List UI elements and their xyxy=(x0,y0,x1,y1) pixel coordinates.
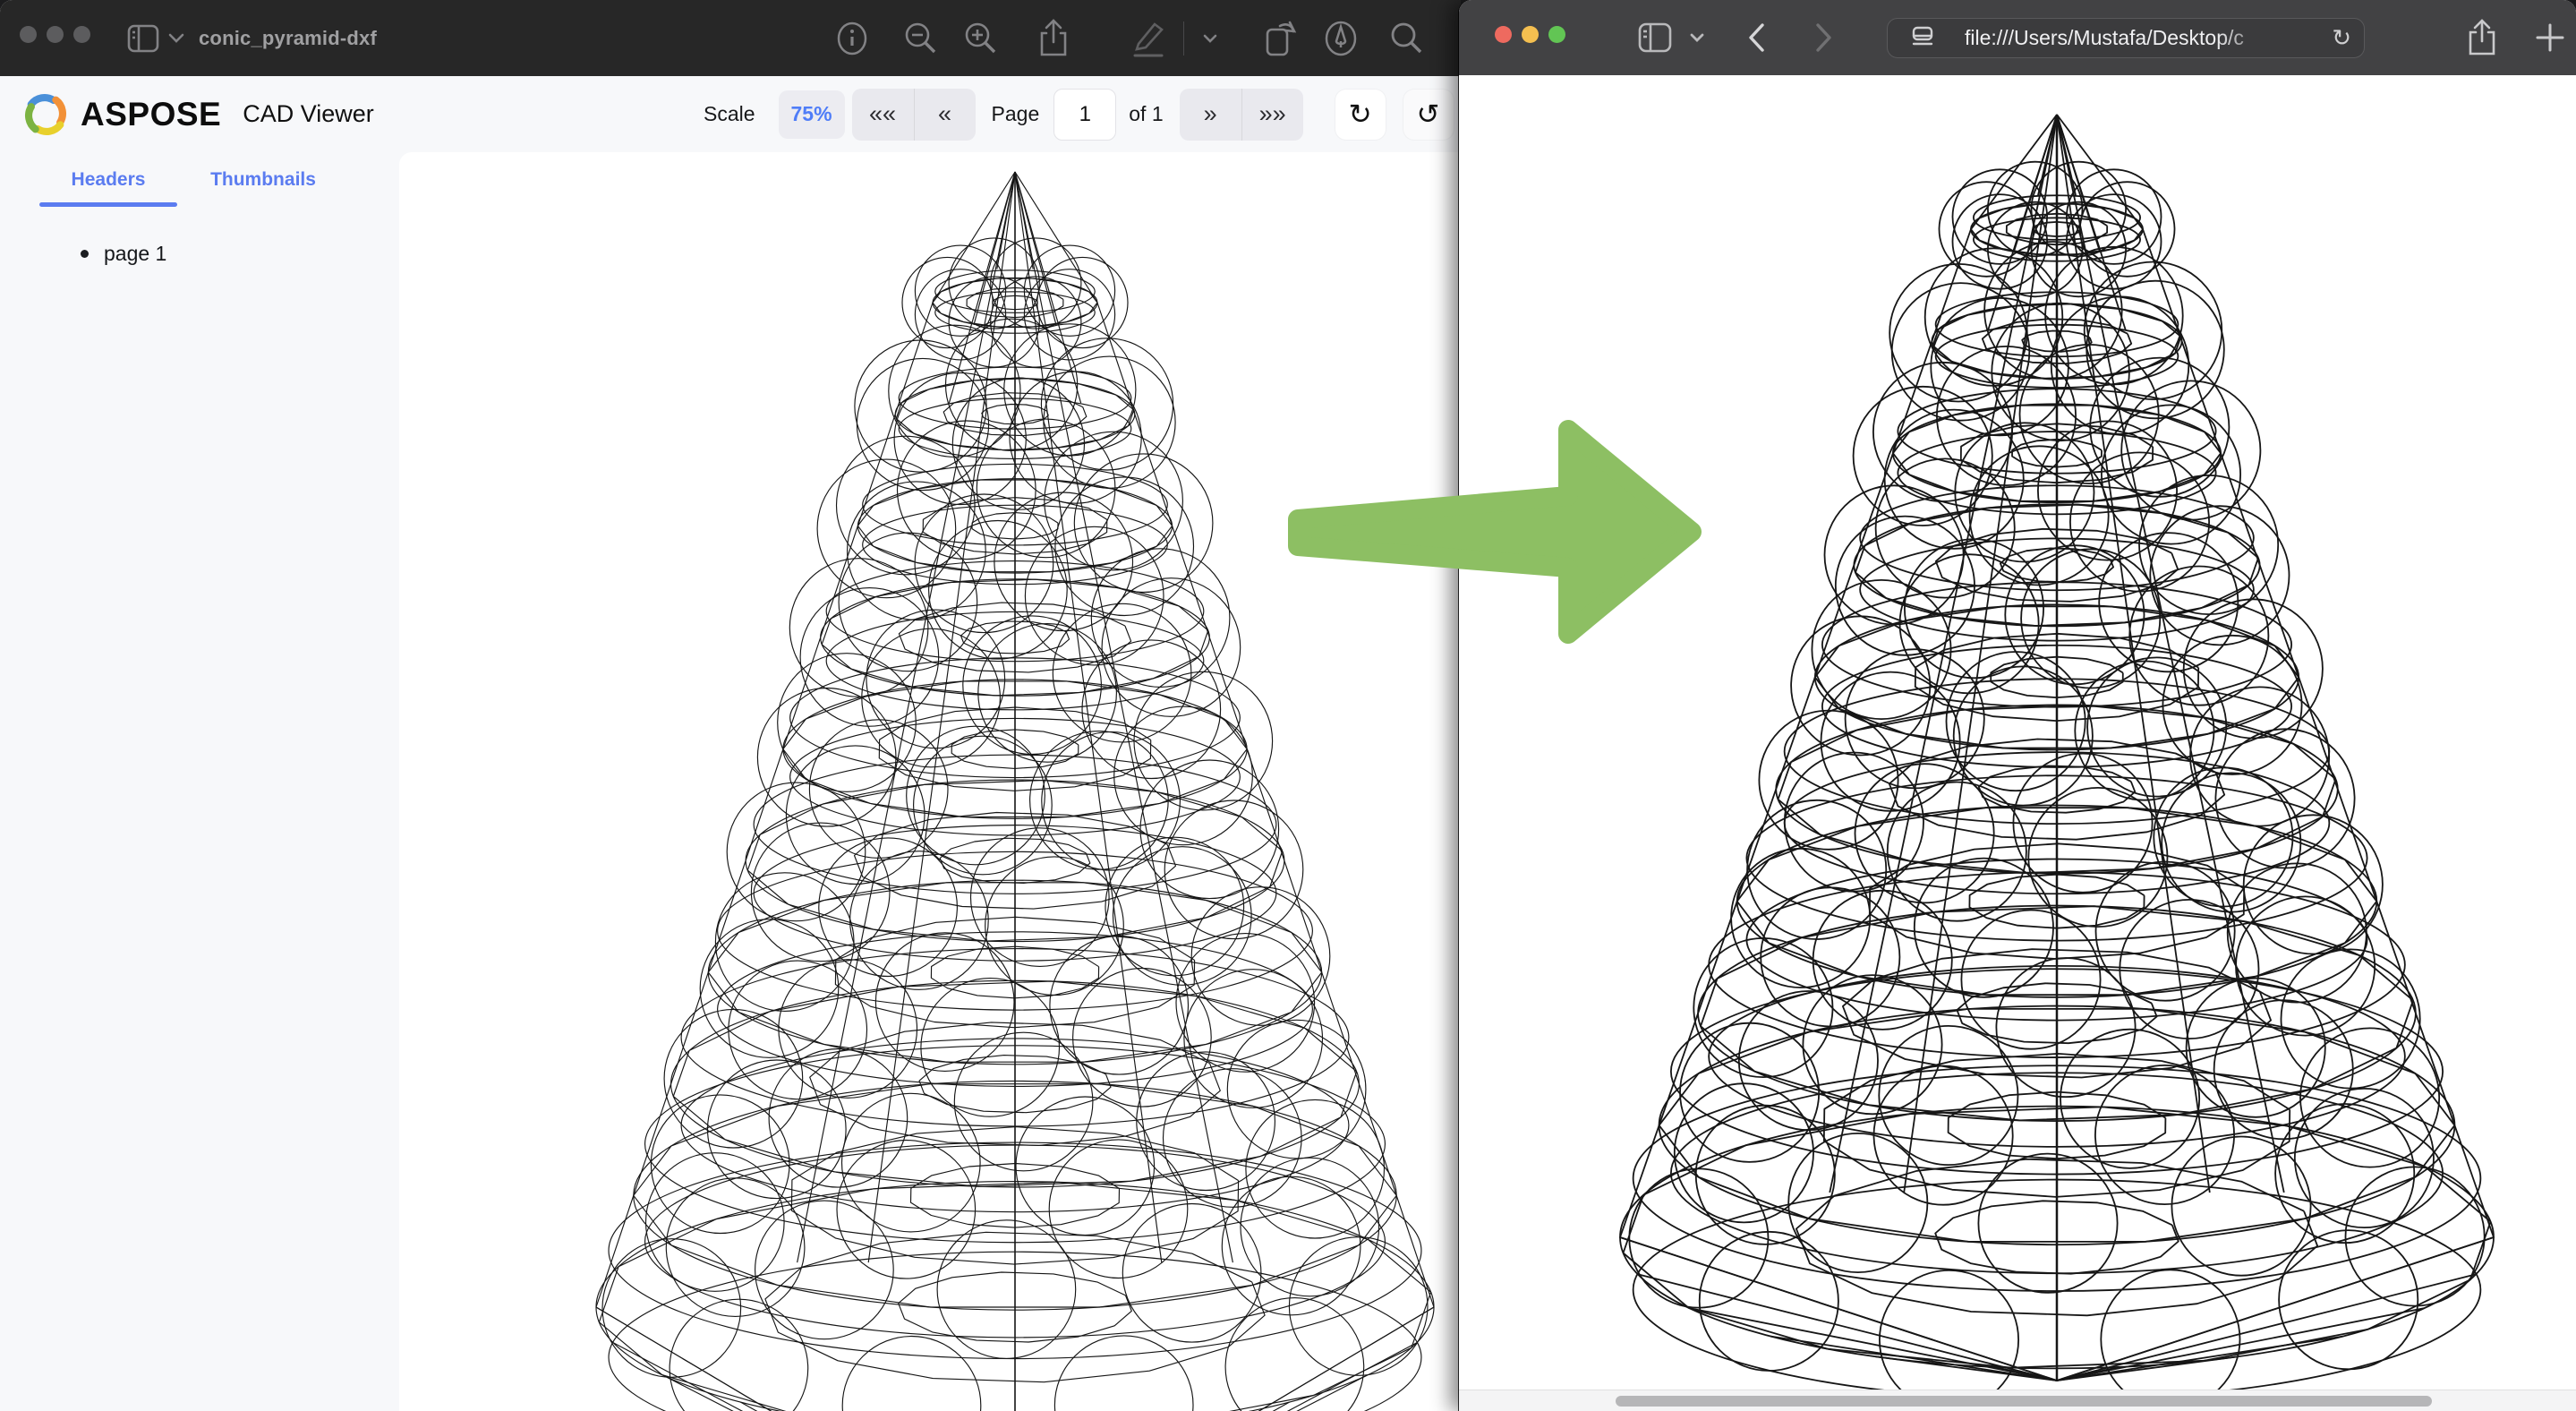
zoom-button[interactable] xyxy=(1548,26,1565,43)
page-list: page 1 xyxy=(70,238,166,269)
browser-page xyxy=(1459,75,2576,1390)
prev-page-button[interactable]: « xyxy=(914,89,976,141)
scrollbar-thumb[interactable] xyxy=(1616,1396,2432,1407)
chevron-down-icon[interactable] xyxy=(1685,0,1710,75)
left-titlebar: conic_pyramid-dxf xyxy=(0,0,1461,76)
sidebar-icon[interactable] xyxy=(1634,0,1676,75)
page-back-group: «« « xyxy=(852,89,976,141)
viewer-controls: Scale 75% «« « Page of 1 » »» ↻ ↺ xyxy=(704,76,1454,152)
cad-canvas xyxy=(399,152,1461,1411)
scale-value[interactable]: 75% xyxy=(779,90,845,139)
rotate-ccw-button[interactable]: ↺ xyxy=(1403,90,1454,140)
sidebar-tabs: Headers Thumbnails xyxy=(0,159,399,215)
forward-icon[interactable] xyxy=(1806,0,1842,75)
rotate-icon[interactable] xyxy=(1258,0,1301,76)
app-header: ASPOSE CAD Viewer Scale 75% «« « Page of… xyxy=(0,76,1461,152)
tab-thumbnails[interactable]: Thumbnails xyxy=(200,159,326,201)
share-icon[interactable] xyxy=(2461,0,2503,75)
traffic-lights xyxy=(1495,26,1565,43)
close-button[interactable] xyxy=(1495,26,1512,43)
cad-wireframe-left xyxy=(399,152,1461,1411)
search-icon[interactable] xyxy=(1386,0,1427,76)
horizontal-scrollbar[interactable] xyxy=(1459,1390,2576,1411)
brand-name: ASPOSE xyxy=(81,96,221,133)
last-page-button[interactable]: »» xyxy=(1241,89,1303,141)
tab-headers[interactable]: Headers xyxy=(39,159,177,201)
info-icon[interactable] xyxy=(832,0,872,76)
next-page-button[interactable]: » xyxy=(1180,89,1241,141)
page-number-input[interactable] xyxy=(1053,89,1116,141)
zoom-button[interactable] xyxy=(73,26,90,43)
reload-icon[interactable]: ↻ xyxy=(2332,19,2351,56)
window-title: conic_pyramid-dxf xyxy=(199,0,377,76)
zoom-out-icon[interactable] xyxy=(900,0,940,76)
product-name: CAD Viewer xyxy=(243,100,374,128)
url-bar[interactable]: file:///Users/Mustafa/Desktop/c ↻ xyxy=(1887,18,2365,58)
sidebar: Headers Thumbnails page 1 xyxy=(0,152,399,1411)
scale-label: Scale xyxy=(704,102,755,126)
cad-viewer-window: conic_pyramid-dxf xyxy=(0,0,1461,1411)
traffic-lights xyxy=(20,26,90,43)
toolbar-divider xyxy=(1183,21,1184,56)
minimize-button[interactable] xyxy=(47,26,64,43)
first-page-button[interactable]: «« xyxy=(852,89,914,141)
aspose-logo xyxy=(21,90,70,139)
screen: conic_pyramid-dxf xyxy=(0,0,2576,1411)
safari-titlebar: file:///Users/Mustafa/Desktop/c ↻ xyxy=(1459,0,2576,75)
share-icon[interactable] xyxy=(1034,0,1073,76)
back-icon[interactable] xyxy=(1738,0,1774,75)
page-count-label: of 1 xyxy=(1129,102,1163,126)
brand: ASPOSE CAD Viewer xyxy=(21,76,374,152)
page-list-item[interactable]: page 1 xyxy=(70,238,166,269)
page-label: Page xyxy=(992,102,1040,126)
chevron-down-icon[interactable] xyxy=(165,0,188,76)
page-forward-group: » »» xyxy=(1180,89,1303,141)
chevron-down-icon[interactable] xyxy=(1198,0,1223,76)
close-button[interactable] xyxy=(20,26,37,43)
sidebar-toggle-icon[interactable] xyxy=(124,0,163,76)
rotate-cw-button[interactable]: ↻ xyxy=(1335,90,1386,140)
new-tab-icon[interactable] xyxy=(2529,0,2571,75)
pen-circle-icon[interactable] xyxy=(1319,0,1362,76)
active-tab-underline xyxy=(39,202,177,207)
page-proxy-icon[interactable] xyxy=(1909,19,1936,56)
safari-window: file:///Users/Mustafa/Desktop/c ↻ xyxy=(1459,0,2576,1411)
url-text[interactable]: file:///Users/Mustafa/Desktop/c xyxy=(1965,26,2287,50)
zoom-in-icon[interactable] xyxy=(960,0,1000,76)
cad-wireframe-right xyxy=(1459,75,2576,1390)
minimize-button[interactable] xyxy=(1522,26,1539,43)
markup-pencil-icon[interactable] xyxy=(1126,0,1169,76)
